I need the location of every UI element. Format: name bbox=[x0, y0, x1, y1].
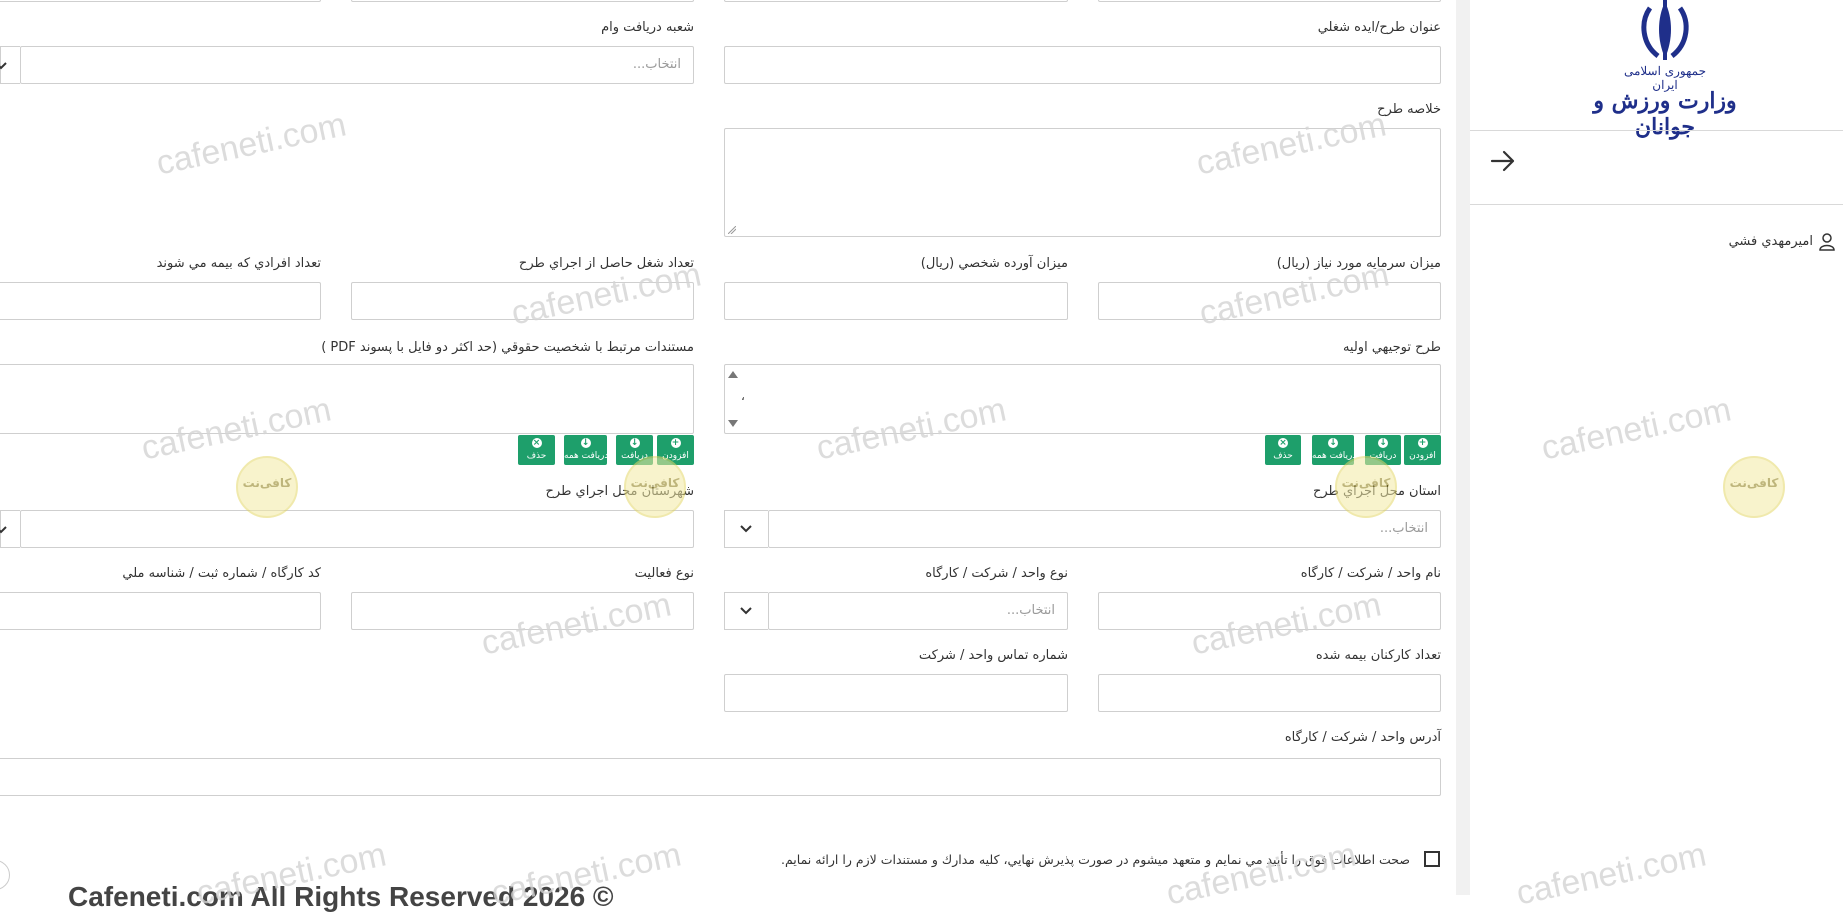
province-placeholder: انتخاب... bbox=[1379, 521, 1428, 536]
insured-staff-input[interactable] bbox=[1098, 674, 1441, 712]
watermark-seal: کافی‌نت bbox=[624, 456, 686, 518]
summary-label: خلاصه طرح bbox=[1377, 102, 1441, 117]
plus-circle-icon: + bbox=[670, 438, 681, 448]
collapse-sidebar-button[interactable] bbox=[1488, 146, 1518, 176]
personal-contribution-label: ميزان آورده شخصي (ريال) bbox=[920, 256, 1068, 271]
branch-select-toggle[interactable] bbox=[0, 46, 20, 84]
title-label: عنوان طرح/ايده شغلي bbox=[1317, 20, 1441, 35]
close-circle-icon: × bbox=[531, 438, 542, 448]
feasibility-add-button[interactable]: + افزودن bbox=[1404, 435, 1441, 465]
unit-type-placeholder: انتخاب... bbox=[1006, 603, 1055, 618]
confirm-checkbox[interactable] bbox=[1424, 851, 1440, 867]
chevron-down-icon bbox=[0, 62, 7, 70]
title-input[interactable] bbox=[724, 46, 1441, 84]
phone-input[interactable] bbox=[724, 674, 1068, 712]
download-icon: ↓ bbox=[629, 438, 640, 448]
chevron-down-icon bbox=[0, 526, 7, 534]
watermark-seal: کافی‌نت bbox=[236, 456, 298, 518]
download-icon: ↓ bbox=[580, 438, 591, 448]
feasibility-delete-button[interactable]: × حذف bbox=[1265, 435, 1301, 465]
legal-docs-file-list[interactable] bbox=[0, 364, 694, 434]
sidebar-divider bbox=[1456, 0, 1470, 895]
insured-staff-label: تعداد كاركنان بيمه شده bbox=[1315, 648, 1441, 663]
insured-people-label: تعداد افرادي كه بيمه مي شوند bbox=[156, 256, 321, 271]
city-select-toggle[interactable] bbox=[0, 510, 20, 548]
address-label: آدرس واحد / شركت / كارگاه bbox=[1284, 730, 1441, 745]
personal-contribution-input[interactable] bbox=[724, 282, 1068, 320]
user-profile-link[interactable]: اميرمهدي فشي bbox=[1700, 232, 1835, 254]
legal-docs-label: مستندات مرتبط با شخصيت حقوقي (حد اكثر دو… bbox=[321, 340, 694, 355]
branch-select[interactable]: انتخاب... bbox=[20, 46, 694, 84]
unit-type-select-toggle[interactable] bbox=[724, 592, 768, 630]
logo-line-2: وزارت ورزش و جوانان bbox=[1593, 88, 1737, 140]
arrow-right-icon bbox=[1490, 150, 1515, 172]
branch-placeholder: انتخاب... bbox=[632, 57, 681, 72]
feasibility-label: طرح توجيهي اوليه bbox=[1342, 340, 1441, 355]
city-select[interactable] bbox=[20, 510, 694, 548]
feasibility-file-list[interactable]: ، bbox=[724, 364, 1441, 434]
legal-docs-delete-button[interactable]: × حذف bbox=[518, 435, 555, 465]
unit-type-select[interactable]: انتخاب... bbox=[768, 592, 1068, 630]
province-select[interactable]: انتخاب... bbox=[768, 510, 1441, 548]
legal-docs-download-all-button[interactable]: ↓ دريافت همه bbox=[564, 435, 608, 465]
download-icon: ↓ bbox=[1378, 438, 1388, 448]
activity-type-label: نوع فعاليت bbox=[634, 566, 694, 581]
feasibility-file-item[interactable]: ، bbox=[741, 389, 745, 403]
close-circle-icon: × bbox=[1278, 438, 1288, 448]
sidebar-separator bbox=[1470, 204, 1843, 205]
scroll-down-icon[interactable] bbox=[728, 420, 738, 428]
watermark-seal: کافی‌نت bbox=[1723, 456, 1785, 518]
user-icon bbox=[1819, 233, 1835, 251]
branch-label: شعبه دريافت وام bbox=[601, 20, 694, 35]
scroll-up-icon[interactable] bbox=[728, 370, 738, 378]
watermark-text: cafeneti.com bbox=[153, 105, 350, 183]
unit-type-label: نوع واحد / شركت / كارگاه bbox=[925, 566, 1068, 581]
unit-name-label: نام واحد / شركت / كارگاه bbox=[1300, 566, 1441, 581]
ministry-logo: جمهوری اسلامی ایران وزارت ورزش و جوانان bbox=[1555, 0, 1775, 140]
province-select-toggle[interactable] bbox=[724, 510, 768, 548]
prev-field-3[interactable] bbox=[351, 0, 694, 2]
plus-circle-icon: + bbox=[1417, 438, 1428, 448]
watermark-text: cafeneti.com bbox=[1163, 835, 1360, 913]
user-name: اميرمهدي فشي bbox=[1728, 234, 1813, 249]
chevron-down-icon bbox=[740, 525, 752, 533]
prev-field-1[interactable] bbox=[1098, 0, 1441, 2]
sidebar-separator bbox=[1470, 130, 1843, 131]
prev-field-4[interactable] bbox=[0, 0, 321, 2]
chevron-down-icon bbox=[740, 607, 752, 615]
watermark-seal: کافی‌نت bbox=[1335, 456, 1397, 518]
address-input[interactable] bbox=[0, 758, 1441, 796]
workshop-code-label: كد كارگاه / شماره ثبت / شناسه ملي bbox=[122, 566, 321, 581]
scroll-top-button[interactable] bbox=[0, 860, 10, 890]
workshop-code-input[interactable] bbox=[0, 592, 321, 630]
download-icon: ↓ bbox=[1328, 438, 1338, 448]
emblem-icon bbox=[1641, 0, 1689, 60]
resize-handle-icon bbox=[728, 226, 736, 234]
phone-label: شماره تماس واحد / شركت bbox=[918, 648, 1068, 663]
prev-field-2[interactable] bbox=[724, 0, 1068, 2]
insured-people-input[interactable] bbox=[0, 282, 321, 320]
